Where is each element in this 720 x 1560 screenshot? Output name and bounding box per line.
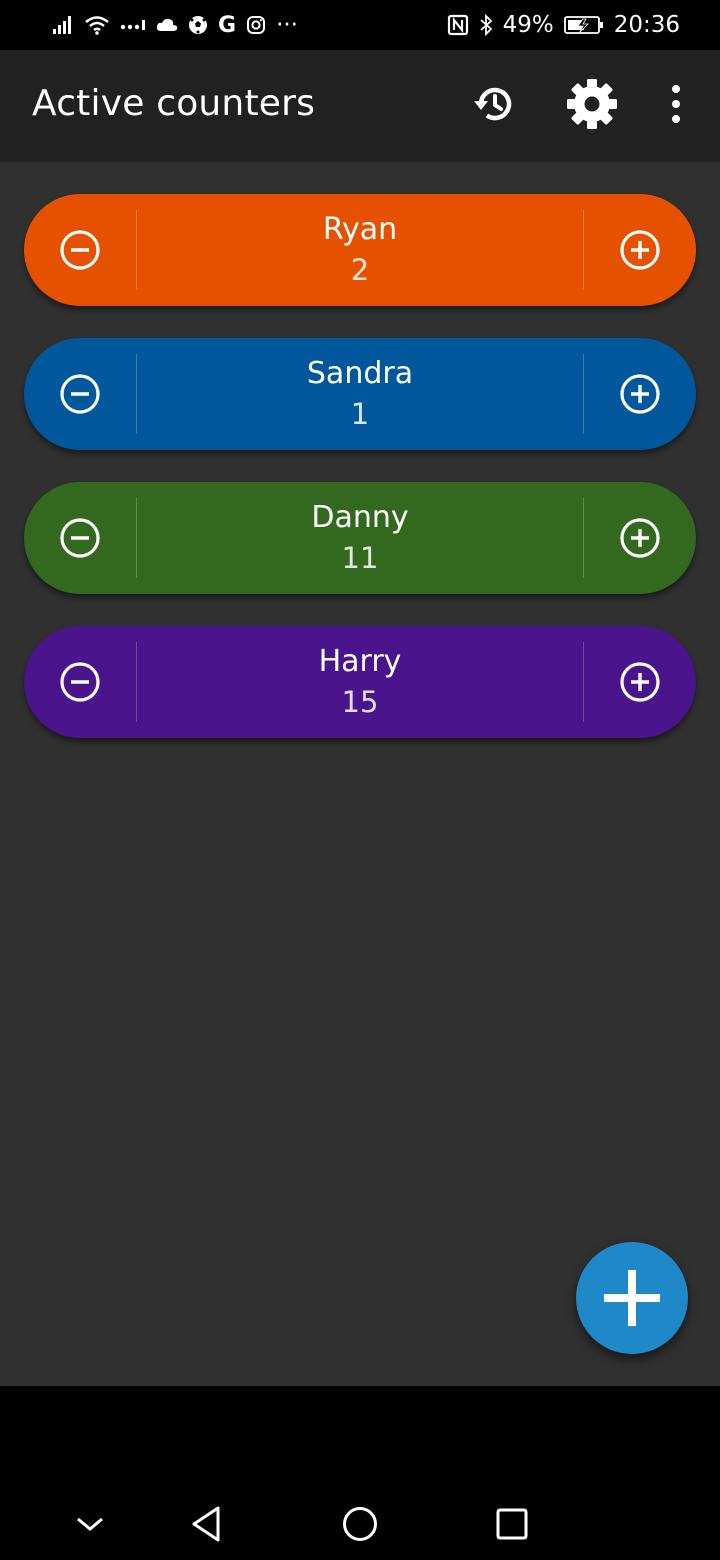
- plus-circle-icon: [620, 230, 660, 270]
- hide-nav-icon: [77, 1517, 103, 1531]
- counter-list: Ryan 2 Sandra 1 Danny 11 Harry 15: [0, 162, 720, 1386]
- increment-button[interactable]: [584, 194, 696, 306]
- counter-info[interactable]: Ryan 2: [137, 194, 583, 306]
- wifi-icon: [84, 15, 110, 35]
- google-icon: G: [218, 12, 237, 38]
- instagram-icon: [246, 15, 266, 35]
- plus-circle-icon: [620, 374, 660, 414]
- minus-circle-icon: [60, 374, 100, 414]
- counter-card[interactable]: Harry 15: [24, 626, 696, 738]
- plus-circle-icon: [620, 518, 660, 558]
- counter-name: Ryan: [322, 212, 398, 247]
- app-bar: Active counters: [0, 50, 720, 162]
- status-time: 20:36: [613, 12, 680, 38]
- minus-circle-icon: [60, 518, 100, 558]
- increment-button[interactable]: [584, 482, 696, 594]
- counter-info[interactable]: Danny 11: [137, 482, 583, 594]
- battery-percent: 49%: [502, 12, 554, 38]
- history-button[interactable]: [466, 78, 522, 134]
- status-bar-left: G ···: [52, 12, 298, 38]
- back-button[interactable]: [176, 1494, 236, 1554]
- counter-value: 1: [350, 397, 370, 431]
- counter-value: 11: [341, 541, 379, 575]
- add-counter-button[interactable]: [576, 1242, 688, 1354]
- home-icon: [343, 1507, 377, 1541]
- counter-card[interactable]: Ryan 2: [24, 194, 696, 306]
- cloud-icon: [156, 17, 178, 33]
- counter-info[interactable]: Harry 15: [137, 626, 583, 738]
- minus-circle-icon: [60, 662, 100, 702]
- history-icon: [471, 81, 517, 131]
- soccer-ball-icon: [188, 15, 208, 35]
- data-dots-icon: [120, 18, 146, 32]
- recents-icon: [496, 1508, 528, 1540]
- page-title: Active counters: [32, 83, 316, 124]
- status-bar-right: 49% 20:36: [447, 12, 680, 38]
- decrement-button[interactable]: [24, 626, 136, 738]
- bluetooth-icon: [479, 14, 493, 36]
- counter-name: Danny: [311, 500, 409, 535]
- nfc-icon: [447, 14, 469, 36]
- counter-info[interactable]: Sandra 1: [137, 338, 583, 450]
- more-options-button[interactable]: [648, 78, 704, 134]
- counter-name: Harry: [318, 644, 402, 679]
- back-icon: [192, 1506, 220, 1542]
- battery-icon: [563, 15, 604, 35]
- minus-circle-icon: [60, 230, 100, 270]
- counter-value: 2: [350, 253, 370, 287]
- counter-card[interactable]: Sandra 1: [24, 338, 696, 450]
- counter-name: Sandra: [306, 356, 414, 391]
- more-notifications-icon: ···: [276, 12, 298, 38]
- system-nav-bar: [0, 1386, 720, 1560]
- counter-value: 15: [341, 685, 379, 719]
- decrement-button[interactable]: [24, 338, 136, 450]
- increment-button[interactable]: [584, 338, 696, 450]
- settings-icon: [565, 77, 619, 135]
- decrement-button[interactable]: [24, 194, 136, 306]
- add-icon: [604, 1270, 660, 1326]
- increment-button[interactable]: [584, 626, 696, 738]
- hide-nav-button[interactable]: [60, 1494, 120, 1554]
- status-bar: G ··· 49% 20:36: [0, 0, 720, 50]
- recents-button[interactable]: [482, 1494, 542, 1554]
- signal-icon: [52, 15, 74, 35]
- settings-button[interactable]: [564, 78, 620, 134]
- counter-card[interactable]: Danny 11: [24, 482, 696, 594]
- plus-circle-icon: [620, 662, 660, 702]
- decrement-button[interactable]: [24, 482, 136, 594]
- home-button[interactable]: [330, 1494, 390, 1554]
- more-vert-icon: [668, 84, 684, 128]
